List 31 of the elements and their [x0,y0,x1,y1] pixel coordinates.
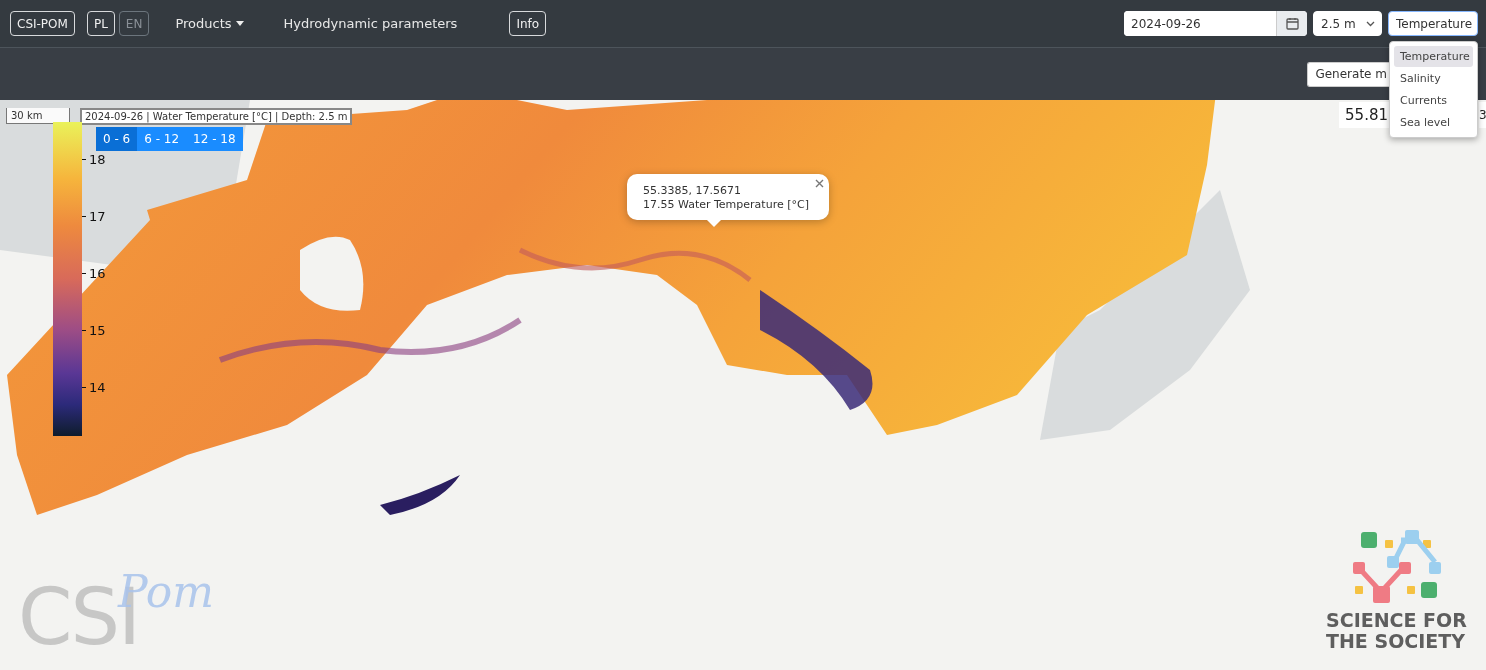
language-button[interactable]: PL [86,11,115,36]
parameter-select[interactable]: Temperature [1388,11,1478,36]
network-logo-icon [1351,528,1442,606]
brand-button[interactable]: CSI-POM [10,11,75,36]
info-button[interactable]: Info [509,11,547,36]
language-button[interactable]: EN [118,11,150,36]
menu-option[interactable]: Sea level [1394,112,1473,133]
logo-text: SCIENCE FOR [1326,609,1467,631]
popup-text: 55.3385, 17.5671 [643,184,742,198]
legend-tick: 18 [82,152,106,167]
range-button[interactable]: 0 - 6 [96,127,138,151]
calendar-icon[interactable] [1276,11,1307,36]
products-menu[interactable]: Products [161,16,258,31]
map-title: 2024-09-26 | Water Temperature [°C] | Depth: 2.5 m [80,108,353,125]
menu-option[interactable]: Currents [1394,90,1473,111]
generate-button[interactable]: Generate m [1307,61,1390,87]
date-field[interactable]: 2024-09-26 [1124,11,1307,36]
menu-option[interactable]: Temperature [1394,46,1473,67]
coordinate-text: 55.81 [1339,102,1389,128]
caret-icon [235,21,244,26]
legend-tick: 15 [82,323,106,338]
menu-option[interactable]: Salinity [1394,68,1473,89]
coordinate-text: 3 [1479,102,1486,128]
scale-bar: 30 km [6,108,70,124]
nav-link[interactable]: Hydrodynamic parameters [269,16,472,31]
depth-select[interactable]: 2.5 m [1313,11,1382,36]
legend-tick: 14 [82,380,106,395]
logo-text: THE SOCIETY [1326,630,1465,652]
legend-tick: 17 [82,209,106,224]
chevron-down-icon [1366,20,1375,27]
popup-text: 17.55 Water Temperature [°C] [643,198,809,212]
